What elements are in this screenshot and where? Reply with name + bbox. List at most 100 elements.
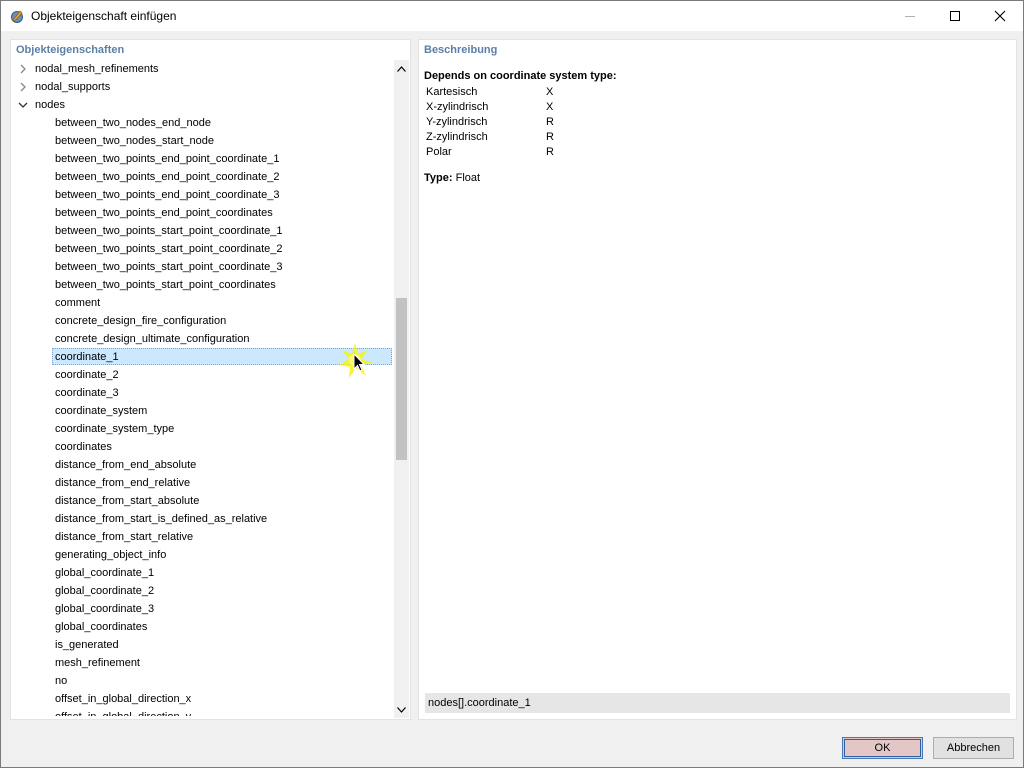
tree-leaf[interactable]: between_two_points_end_point_coordinates — [12, 204, 394, 222]
tree-leaf[interactable]: between_two_points_start_point_coordinat… — [12, 222, 394, 240]
tree-node[interactable]: nodal_mesh_refinements — [12, 60, 394, 78]
tree-item-label: coordinate_3 — [55, 387, 119, 399]
description-panel: Beschreibung Depends on coordinate syste… — [418, 39, 1017, 720]
chevron-down-icon[interactable] — [18, 100, 28, 110]
tree-leaf[interactable]: concrete_design_fire_configuration — [12, 312, 394, 330]
tree-leaf[interactable]: between_two_nodes_end_node — [12, 114, 394, 132]
tree-item-label: between_two_points_end_point_coordinate_… — [55, 171, 280, 183]
tree-leaf[interactable]: global_coordinate_3 — [12, 600, 394, 618]
system-type-value: R — [546, 116, 554, 128]
description-header: Beschreibung — [424, 44, 498, 56]
chevron-right-icon[interactable] — [18, 82, 28, 92]
property-tree[interactable]: nodal_mesh_refinements nodal_supportsnode… — [12, 60, 394, 716]
tree-item-label: comment — [55, 297, 101, 309]
tree-item-label: global_coordinate_2 — [55, 585, 155, 597]
tree-leaf[interactable]: coordinate_system — [12, 402, 394, 420]
tree-item-label: coordinate_system — [55, 405, 148, 417]
maximize-button[interactable] — [932, 1, 978, 31]
system-type-name: Polar — [426, 146, 452, 158]
tree-item-label: distance_from_start_absolute — [55, 495, 200, 507]
tree-item-label: is_generated — [55, 639, 119, 651]
tree-leaf[interactable]: distance_from_start_absolute — [12, 492, 394, 510]
tree-item-label: global_coordinate_3 — [55, 603, 155, 615]
tree-item-label: offset_in_global_direction_y — [55, 708, 191, 716]
system-type-name: Z-zylindrisch — [426, 131, 488, 143]
tree-leaf[interactable]: between_two_points_start_point_coordinat… — [12, 276, 394, 294]
system-type-value: R — [546, 146, 554, 158]
tree-item-label: between_two_nodes_end_node — [55, 117, 211, 129]
tree-node[interactable]: nodal_supports — [12, 78, 394, 96]
tree-item-label: concrete_design_ultimate_configuration — [55, 333, 250, 345]
tree-leaf[interactable]: comment — [12, 294, 394, 312]
tree-leaf[interactable]: global_coordinate_1 — [12, 564, 394, 582]
tree-item-label: coordinate_1 — [55, 351, 119, 363]
system-type-value: X — [546, 101, 554, 113]
tree-item-label: coordinates — [55, 441, 112, 453]
tree-item-label: distance_from_start_relative — [55, 531, 194, 543]
tree-item-label: nodes — [35, 99, 65, 111]
system-type-name: X-zylindrisch — [426, 101, 489, 113]
description-row: Y-zylindrisch R — [424, 115, 554, 130]
title-bar[interactable]: Objekteigenschaft einfügen — [1, 1, 1023, 31]
tree-item-label: offset_in_global_direction_x — [55, 693, 192, 705]
tree-item-label: between_two_points_end_point_coordinate_… — [55, 189, 280, 201]
tree-item-label: between_two_points_end_point_coordinates — [55, 207, 273, 219]
mouse-cursor-icon — [339, 343, 373, 378]
tree-node[interactable]: nodes — [12, 96, 394, 114]
scroll-down-button[interactable] — [394, 701, 409, 718]
minimize-icon — [905, 16, 915, 17]
tree-leaf[interactable]: coordinate_system_type — [12, 420, 394, 438]
maximize-icon — [950, 11, 960, 21]
property-path: nodes[].coordinate_1 — [425, 693, 1010, 713]
tree-item-label: nodal_mesh_refinements — [35, 63, 159, 75]
description-row: X-zylindrisch X — [424, 100, 554, 115]
description-content: Depends on coordinate system type: Karte… — [424, 70, 1004, 184]
tree-leaf[interactable]: distance_from_end_absolute — [12, 456, 394, 474]
tree-item-label: coordinate_2 — [55, 369, 119, 381]
tree-item-label: coordinate_system_type — [55, 423, 175, 435]
scroll-thumb[interactable] — [396, 298, 407, 460]
tree-item-label: between_two_points_start_point_coordinat… — [55, 243, 283, 255]
chevron-down-icon — [397, 706, 406, 713]
tree-item-label: between_two_points_start_point_coordinat… — [55, 279, 276, 291]
tree-item-label: between_two_points_end_point_coordinate_… — [55, 153, 280, 165]
tree-leaf[interactable]: global_coordinates — [12, 618, 394, 636]
description-heading: Depends on coordinate system type: — [424, 70, 617, 82]
tree-leaf[interactable]: offset_in_global_direction_y — [12, 708, 394, 716]
tree-leaf[interactable]: distance_from_start_is_defined_as_relati… — [12, 510, 394, 528]
tree-leaf[interactable]: offset_in_global_direction_x — [12, 690, 394, 708]
tree-leaf[interactable]: between_two_points_end_point_coordinate_… — [12, 186, 394, 204]
ok-button[interactable]: OK — [842, 737, 923, 759]
system-type-name: Kartesisch — [426, 86, 478, 98]
tree-leaf[interactable]: between_two_points_start_point_coordinat… — [12, 240, 394, 258]
tree-leaf[interactable]: between_two_points_end_point_coordinate_… — [12, 150, 394, 168]
system-type-value: X — [546, 86, 554, 98]
tree-leaf[interactable]: mesh_refinement — [12, 654, 394, 672]
tree-leaf[interactable]: no — [12, 672, 394, 690]
tree-leaf[interactable]: between_two_points_start_point_coordinat… — [12, 258, 394, 276]
tree-item-label: between_two_nodes_start_node — [55, 135, 215, 147]
close-button[interactable] — [977, 1, 1023, 31]
tree-leaf[interactable]: between_two_nodes_start_node — [12, 132, 394, 150]
tree-item-label: distance_from_end_absolute — [55, 459, 197, 471]
cancel-button[interactable]: Abbrechen — [933, 737, 1014, 759]
tree-item-label: nodal_supports — [35, 81, 111, 93]
tree-leaf[interactable]: between_two_points_end_point_coordinate_… — [12, 168, 394, 186]
tree-scrollbar[interactable] — [394, 60, 409, 718]
properties-header: Objekteigenschaften — [16, 44, 125, 56]
minimize-button[interactable] — [887, 1, 933, 31]
chevron-right-icon[interactable] — [18, 64, 28, 74]
tree-leaf[interactable]: generating_object_info — [12, 546, 394, 564]
system-type-name: Y-zylindrisch — [426, 116, 488, 128]
description-row: Z-zylindrisch R — [424, 130, 554, 145]
tree-leaf[interactable]: distance_from_start_relative — [12, 528, 394, 546]
tree-leaf[interactable]: distance_from_end_relative — [12, 474, 394, 492]
tree-leaf[interactable]: coordinates — [12, 438, 394, 456]
dialog-window: Objekteigenschaft einfügen Objekteigensc… — [0, 0, 1024, 768]
type-label: Type: — [424, 172, 453, 184]
tree-leaf[interactable]: coordinate_3 — [12, 384, 394, 402]
tree-leaf[interactable]: global_coordinate_2 — [12, 582, 394, 600]
scroll-up-button[interactable] — [394, 60, 409, 77]
tree-item-label: global_coordinate_1 — [55, 567, 155, 579]
tree-leaf[interactable]: is_generated — [12, 636, 394, 654]
